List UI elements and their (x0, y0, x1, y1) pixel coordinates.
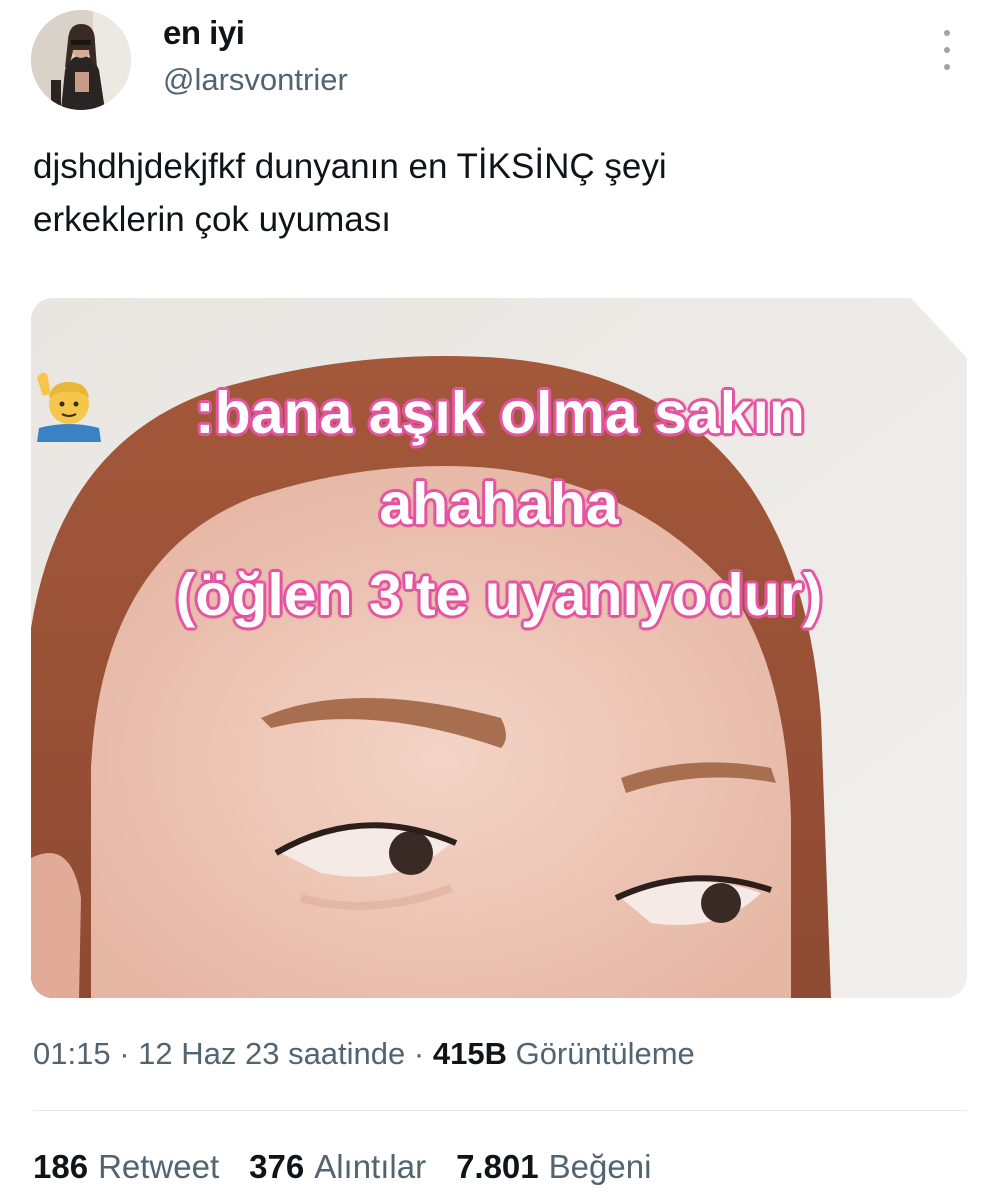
tweet-text-line: erkeklerin çok uyuması (33, 200, 391, 239)
quotes-label: Alıntılar (314, 1148, 427, 1185)
retweets-stat[interactable]: 186 Retweet (33, 1148, 219, 1186)
overlay-line: :bana aşık olma sakın (31, 368, 967, 459)
overlay-line: (öğlen 3'te uyanıyodur) (175, 562, 823, 628)
author-display-name[interactable]: en iyi (163, 14, 245, 52)
overlay-text: :bana aşık olma sakın (195, 380, 805, 446)
meta-separator: · (405, 1036, 433, 1071)
overlay-line: ahahaha (379, 471, 619, 537)
avatar-photo (31, 10, 131, 110)
more-dot-icon (944, 64, 950, 70)
more-dot-icon (944, 30, 950, 36)
tweet-text-line: djshdhjdekjfkf dunyanın en TİKSİNÇ şeyi (33, 147, 667, 186)
retweets-count: 186 (33, 1148, 89, 1185)
views-label: Görüntüleme (515, 1036, 695, 1071)
avatar[interactable] (31, 10, 131, 110)
author-handle[interactable]: @larsvontrier (163, 62, 348, 98)
likes-label: Beğeni (548, 1148, 652, 1185)
quotes-stat[interactable]: 376 Alıntılar (249, 1148, 426, 1186)
divider (33, 1110, 967, 1111)
tweet-meta: 01:15 · 12 Haz 23 saatinde · 415B Görünt… (33, 1036, 695, 1072)
likes-count: 7.801 (456, 1148, 539, 1185)
more-options-button[interactable] (935, 30, 959, 70)
quotes-count: 376 (249, 1148, 305, 1185)
more-dot-icon (944, 47, 950, 53)
tweet-text: djshdhjdekjfkf dunyanın en TİKSİNÇ şeyi … (33, 140, 933, 246)
tweet-date[interactable]: 12 Haz 23 saatinde (138, 1036, 405, 1071)
tweet-time[interactable]: 01:15 (33, 1036, 111, 1071)
meta-separator: · (110, 1036, 139, 1071)
media-caption-overlay: :bana aşık olma sakın ahahaha (öğlen 3't… (31, 368, 967, 641)
views-count: 415B (432, 1036, 507, 1071)
retweets-label: Retweet (98, 1148, 220, 1185)
tweet-media[interactable]: :bana aşık olma sakın ahahaha (öğlen 3't… (31, 298, 967, 998)
likes-stat[interactable]: 7.801 Beğeni (456, 1148, 651, 1186)
engagement-stats: 186 Retweet 376 Alıntılar 7.801 Beğeni (33, 1148, 651, 1186)
